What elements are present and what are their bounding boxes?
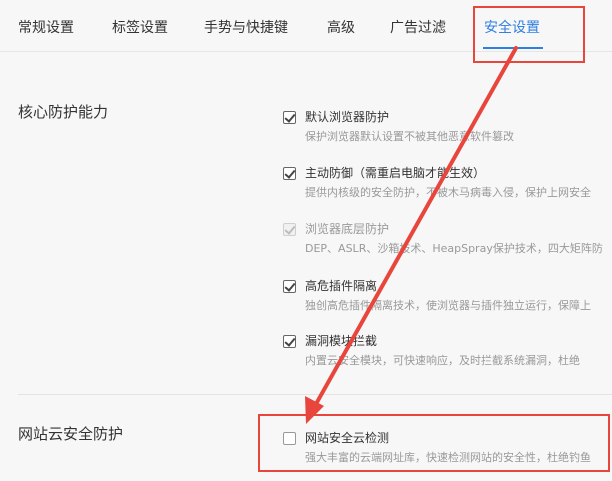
annotation-arrow (305, 46, 518, 424)
